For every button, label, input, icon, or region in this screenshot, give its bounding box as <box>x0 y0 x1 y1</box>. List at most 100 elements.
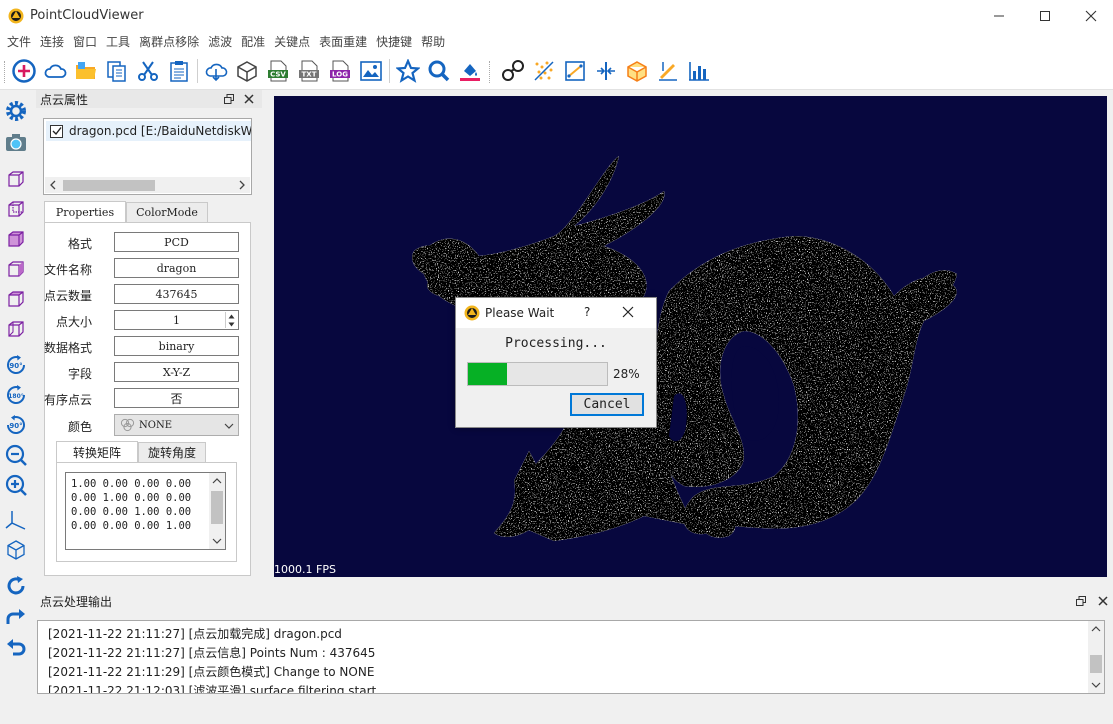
cancel-button[interactable]: Cancel <box>570 393 644 416</box>
rotate-180-button[interactable]: 180° <box>3 382 29 408</box>
dock-close-button[interactable] <box>242 92 256 106</box>
spin-buttons[interactable] <box>225 312 237 328</box>
rotate-90-icon: 90° <box>7 355 25 374</box>
dialog-close-button[interactable] <box>622 306 634 321</box>
bar-chart-button[interactable] <box>686 58 712 84</box>
svg-text:180°: 180° <box>8 393 24 400</box>
menu-registration[interactable]: 配准 <box>238 31 271 53</box>
search-button[interactable] <box>426 58 452 84</box>
zoom-out-icon <box>5 444 27 466</box>
view-bottom-button[interactable] <box>3 316 29 342</box>
cut-button[interactable] <box>135 58 161 84</box>
menu-help[interactable]: 帮助 <box>418 31 451 53</box>
spin-down-icon <box>228 322 235 326</box>
menu-outlier-removal[interactable]: 离群点移除 <box>136 31 205 53</box>
toolbar-grip[interactable] <box>4 61 7 83</box>
point-cloud-viewport[interactable]: 1000.1 FPS <box>274 96 1107 577</box>
float-icon <box>1076 596 1086 606</box>
menu-surface-reconstruction[interactable]: 表面重建 <box>316 31 373 53</box>
cube-button[interactable] <box>234 58 260 84</box>
rotate-90-ccw-button[interactable]: 90° <box>3 412 29 438</box>
tab-colormode[interactable]: ColorMode <box>126 202 208 222</box>
zoom-in-icon <box>5 474 27 496</box>
menu-connect[interactable]: 连接 <box>37 31 70 53</box>
prop-point-count-label: 点云数量 <box>43 289 92 303</box>
scrollbar-thumb[interactable] <box>63 180 155 191</box>
view-front-button[interactable] <box>3 166 29 192</box>
undo-button[interactable] <box>3 634 29 660</box>
color-select[interactable]: NONE <box>114 414 239 436</box>
log-icon: LOG <box>330 60 350 82</box>
file-list-item[interactable]: dragon.pcd [E:/BaiduNetdiskWo <box>46 121 251 141</box>
paste-icon <box>170 61 188 82</box>
cloud-button[interactable] <box>42 58 68 84</box>
output-float-button[interactable] <box>1074 594 1088 608</box>
paste-button[interactable] <box>166 58 192 84</box>
zoom-out-button[interactable] <box>3 442 29 468</box>
image-button[interactable] <box>358 58 384 84</box>
prop-filename-value: dragon <box>114 258 239 278</box>
redo-button[interactable] <box>3 604 29 630</box>
zoom-in-button[interactable] <box>3 472 29 498</box>
box-button[interactable] <box>624 58 650 84</box>
cloud-download-button[interactable] <box>203 58 229 84</box>
tab-rotation-angle[interactable]: 旋转角度 <box>138 442 206 462</box>
color-fill-icon <box>460 64 480 81</box>
export-txt-button[interactable]: TXT <box>296 58 322 84</box>
transform-matrix-text[interactable]: 1.00 0.00 0.00 0.00 0.00 1.00 0.00 0.00 … <box>65 472 226 550</box>
menu-shortcuts[interactable]: 快捷键 <box>373 31 418 53</box>
menu-tools[interactable]: 工具 <box>103 31 136 53</box>
axes-button[interactable] <box>3 507 29 533</box>
maximize-button[interactable] <box>1022 0 1068 31</box>
view-top-button[interactable] <box>3 286 29 312</box>
menu-bar: 文件 连接 窗口 工具 离群点移除 滤波 配准 关键点 表面重建 快捷键 帮助 <box>0 31 1113 53</box>
output-close-button[interactable] <box>1096 594 1110 608</box>
menu-filter[interactable]: 滤波 <box>205 31 238 53</box>
settings-button[interactable] <box>3 98 29 124</box>
align-button[interactable] <box>593 58 619 84</box>
output-vscrollbar[interactable] <box>1088 621 1104 693</box>
export-log-button[interactable]: LOG <box>327 58 353 84</box>
pencil-button[interactable] <box>655 58 681 84</box>
keypoints-button[interactable] <box>531 58 557 84</box>
rotate-90-button[interactable]: 90° <box>3 352 29 378</box>
prop-filename-label: 文件名称 <box>43 263 92 277</box>
point-size-spinbox[interactable]: 1 <box>114 310 239 330</box>
scrollbar-thumb[interactable] <box>1090 655 1102 673</box>
matrix-vscrollbar[interactable] <box>209 473 225 549</box>
close-button[interactable] <box>1068 0 1113 31</box>
svg-text:90°: 90° <box>9 422 22 430</box>
help-button[interactable]: ? <box>584 305 590 319</box>
menu-keypoints[interactable]: 关键点 <box>271 31 316 53</box>
copy-button[interactable] <box>104 58 130 84</box>
image-icon <box>360 61 382 81</box>
view-right-button[interactable] <box>3 256 29 282</box>
menu-file[interactable]: 文件 <box>4 31 37 53</box>
toolbar-grip[interactable] <box>489 61 492 83</box>
scrollbar-thumb[interactable] <box>211 491 223 524</box>
view-left-button[interactable] <box>3 226 29 252</box>
view-back-button[interactable] <box>3 196 29 222</box>
add-button[interactable] <box>11 58 37 84</box>
bar-chart-icon <box>689 62 709 81</box>
export-csv-button[interactable]: CSV <box>265 58 291 84</box>
favorite-button[interactable] <box>395 58 421 84</box>
main-toolbar: CSV TXT LOG <box>0 53 1113 90</box>
minimize-button[interactable] <box>976 0 1022 31</box>
menu-window[interactable]: 窗口 <box>70 31 103 53</box>
tab-properties[interactable]: Properties <box>44 201 126 222</box>
iso-view-button[interactable] <box>3 537 29 563</box>
txt-icon: TXT <box>299 60 319 82</box>
open-folder-button[interactable] <box>73 58 99 84</box>
binoculars-button[interactable] <box>500 58 526 84</box>
window-title: PointCloudViewer <box>30 8 144 23</box>
measure-button[interactable] <box>562 58 588 84</box>
dock-float-button[interactable] <box>222 92 236 106</box>
file-list-hscrollbar[interactable] <box>45 177 250 193</box>
refresh-button[interactable] <box>3 573 29 599</box>
camera-button[interactable] <box>3 129 29 155</box>
color-fill-button[interactable] <box>457 58 483 84</box>
output-log[interactable]: [2021-11-22 21:11:27] [点云加载完成] dragon.pc… <box>37 620 1105 694</box>
file-visible-checkbox[interactable] <box>50 124 63 138</box>
tab-transform-matrix[interactable]: 转换矩阵 <box>56 441 138 462</box>
